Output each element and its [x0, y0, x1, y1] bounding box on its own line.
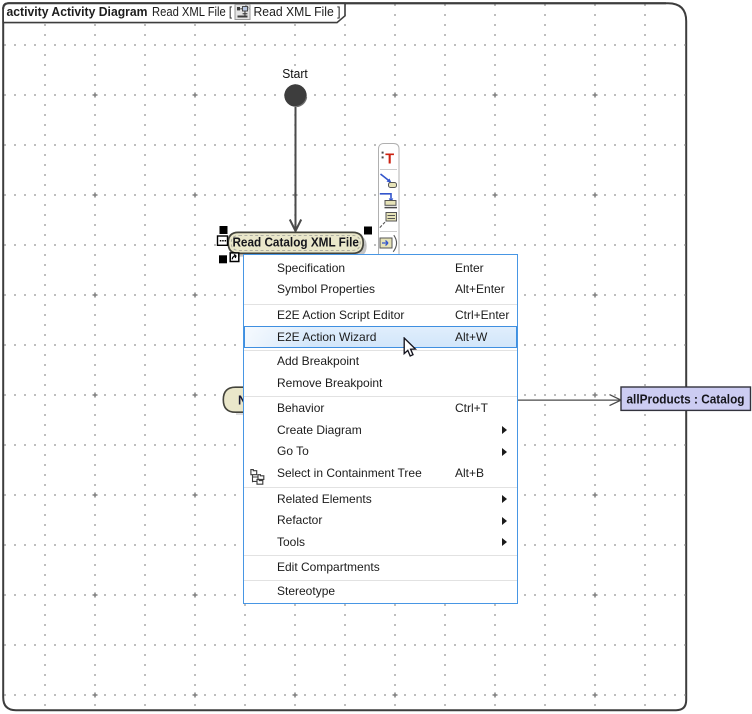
svg-text:allProducts : Catalog: allProducts : Catalog [627, 392, 745, 406]
svg-text:Read XML File [: Read XML File [ [152, 4, 232, 19]
svg-text:T: T [385, 152, 394, 168]
svg-text:activity Activity Diagram: activity Activity Diagram [7, 4, 148, 19]
svg-text:Read XML File ]: Read XML File ] [254, 4, 341, 19]
svg-text:Read Catalog XML File: Read Catalog XML File [232, 236, 359, 250]
svg-text:Start: Start [282, 67, 308, 81]
